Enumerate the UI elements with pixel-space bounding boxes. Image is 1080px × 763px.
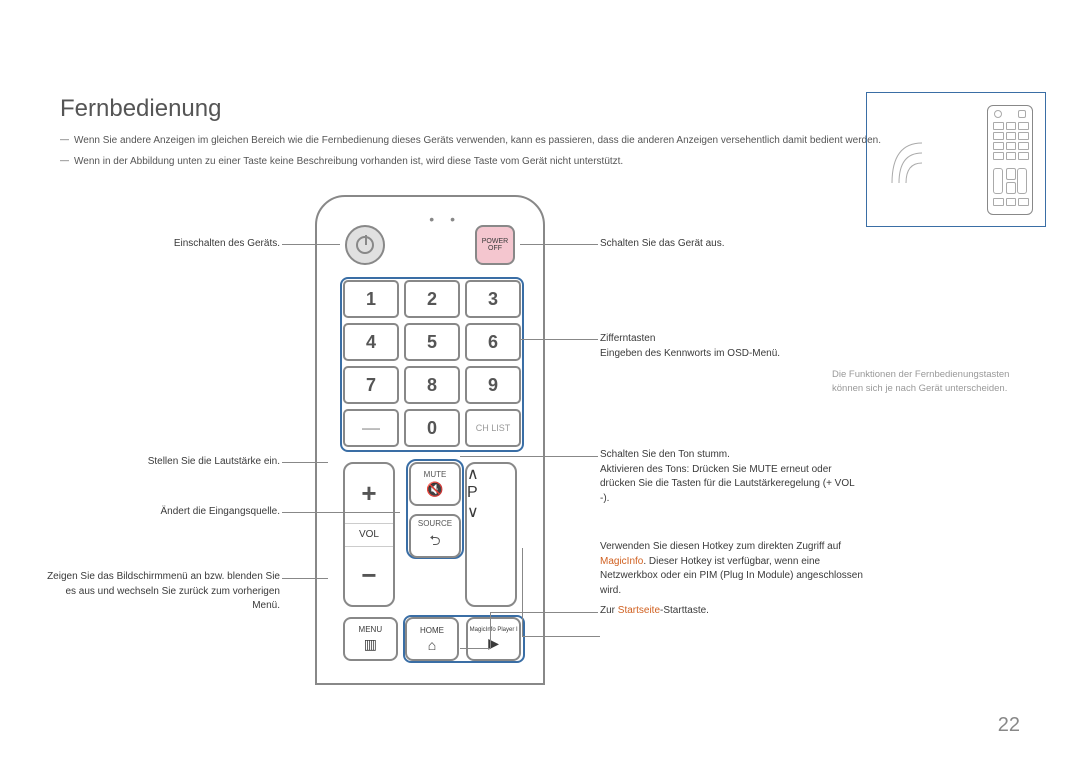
page-number: 22 bbox=[998, 714, 1020, 737]
volume-rocker: + VOL − bbox=[343, 462, 395, 607]
leader-line bbox=[460, 456, 598, 457]
callout-home-pre: Zur bbox=[600, 605, 618, 616]
ch-label: P bbox=[467, 484, 515, 502]
key-dash: — bbox=[343, 409, 399, 447]
callout-home: Zur Startseite-Starttaste. bbox=[600, 604, 860, 619]
callout-power-on: Einschalten des Geräts. bbox=[60, 237, 280, 252]
callout-digits-l2: Eingeben des Kennworts im OSD-Menü. bbox=[600, 347, 860, 362]
ir-dots: • • bbox=[429, 211, 461, 227]
power-off-button: POWER OFF bbox=[475, 225, 515, 265]
callout-digits-l1: Zifferntasten bbox=[600, 332, 860, 347]
callout-digits: Zifferntasten Eingeben des Kennworts im … bbox=[600, 332, 860, 361]
ch-down: ∨ bbox=[467, 502, 515, 522]
leader-line bbox=[282, 512, 400, 513]
leader-line bbox=[520, 339, 598, 340]
vol-plus: + bbox=[345, 464, 393, 523]
key-chlist: CH LIST bbox=[465, 409, 521, 447]
leader-line bbox=[282, 578, 328, 579]
key-7: 7 bbox=[343, 366, 399, 404]
callout-volume: Stellen Sie die Lautstärke ein. bbox=[60, 455, 280, 470]
key-4: 4 bbox=[343, 323, 399, 361]
mute-icon: 🔇 bbox=[426, 481, 443, 498]
callout-mute-l2: Aktivieren des Tons: Drücken Sie MUTE er… bbox=[600, 463, 860, 507]
callout-power-off: Schalten Sie das Gerät aus. bbox=[600, 237, 860, 252]
vol-label: VOL bbox=[345, 523, 393, 547]
key-2: 2 bbox=[404, 280, 460, 318]
menu-icon: ▥ bbox=[364, 636, 377, 653]
note-marker: ― bbox=[60, 154, 74, 169]
ch-up: ∧ bbox=[467, 464, 515, 484]
leader-line bbox=[490, 612, 598, 613]
signal-icon bbox=[887, 133, 927, 193]
vol-minus: − bbox=[345, 547, 393, 606]
power-icon bbox=[356, 236, 374, 254]
key-8: 8 bbox=[404, 366, 460, 404]
leader-line bbox=[490, 612, 491, 648]
thumbnail-box bbox=[866, 92, 1046, 227]
callout-menu: Zeigen Sie das Bildschirmmenü an bzw. bl… bbox=[40, 570, 280, 614]
callout-home-hl: Startseite bbox=[618, 605, 660, 616]
magicinfo-button: MagicInfo Player I ▶ bbox=[466, 617, 521, 661]
menu-label: MENU bbox=[359, 625, 383, 634]
power-on-button bbox=[345, 225, 385, 265]
number-keypad: 1 2 3 4 5 6 7 8 9 — 0 CH LIST bbox=[343, 280, 521, 447]
magicinfo-label: MagicInfo Player I bbox=[470, 627, 518, 633]
key-9: 9 bbox=[465, 366, 521, 404]
thumbnail-remote bbox=[987, 105, 1033, 215]
mute-button: MUTE 🔇 bbox=[409, 462, 461, 506]
key-6: 6 bbox=[465, 323, 521, 361]
callout-magicinfo: Verwenden Sie diesen Hotkey zum direkten… bbox=[600, 540, 870, 598]
source-icon: ⮌ bbox=[429, 530, 440, 554]
mute-label: MUTE bbox=[424, 470, 447, 479]
callout-source: Ändert die Eingangsquelle. bbox=[60, 505, 280, 520]
callout-magic-hl: MagicInfo bbox=[600, 556, 643, 567]
callout-home-post: -Starttaste. bbox=[660, 605, 709, 616]
leader-line bbox=[522, 636, 600, 637]
source-label: SOURCE bbox=[418, 519, 452, 528]
callout-mute: Schalten Sie den Ton stumm. Aktivieren d… bbox=[600, 448, 860, 506]
leader-line bbox=[282, 244, 340, 245]
key-5: 5 bbox=[404, 323, 460, 361]
channel-rocker: ∧ P ∨ bbox=[465, 462, 517, 607]
source-button: SOURCE ⮌ bbox=[409, 514, 461, 558]
leader-line bbox=[282, 462, 328, 463]
note-marker: ― bbox=[60, 133, 74, 148]
home-label: HOME bbox=[420, 626, 444, 635]
key-3: 3 bbox=[465, 280, 521, 318]
callout-mute-l1: Schalten Sie den Ton stumm. bbox=[600, 448, 860, 463]
menu-button: MENU ▥ bbox=[343, 617, 398, 661]
side-note: Die Funktionen der Fernbedienungstasten … bbox=[832, 368, 1032, 396]
key-0: 0 bbox=[404, 409, 460, 447]
power-off-label: POWER OFF bbox=[477, 238, 513, 252]
leader-line bbox=[460, 648, 490, 649]
home-icon: ⌂ bbox=[428, 637, 436, 653]
key-1: 1 bbox=[343, 280, 399, 318]
home-button: HOME ⌂ bbox=[405, 617, 460, 661]
callout-magic-a: Verwenden Sie diesen Hotkey zum direkten… bbox=[600, 541, 841, 552]
leader-line bbox=[522, 548, 523, 636]
leader-line bbox=[520, 244, 598, 245]
